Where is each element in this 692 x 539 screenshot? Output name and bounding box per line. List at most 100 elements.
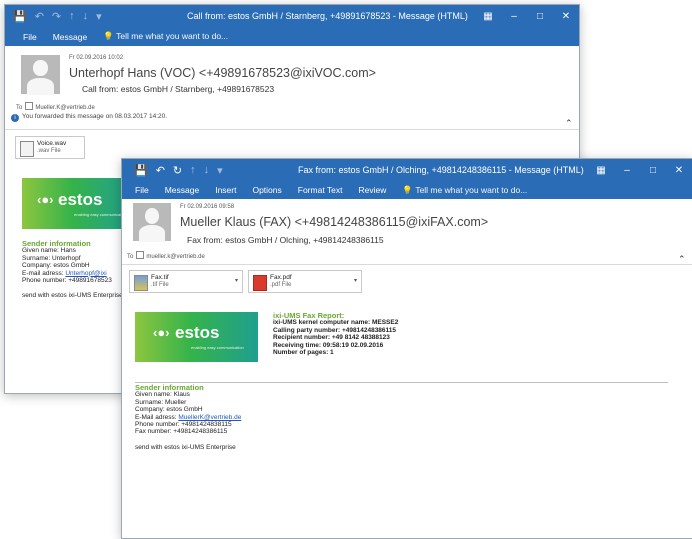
sig-company: Company: estos GmbH [135,406,203,414]
recipient[interactable]: mueller.k@vertrieb.de [146,254,204,260]
report-line: Calling party number: +49814248386115 [273,326,397,334]
avatar [21,55,60,95]
chevron-down-icon[interactable]: ▾ [235,277,238,284]
maximize-button[interactable]: □ [640,165,666,176]
info-text: You forwarded this message on 08.03.2017… [22,113,168,120]
subject: Fax from: estos GmbH / Olching, +4981424… [187,235,384,245]
sig-footer: send with estos ixi-UMS Enterprise [22,292,123,300]
report-line: Receiving time: 09:58:19 02.09.2016 [273,341,384,349]
to-label: To [16,105,23,111]
info-bar: i You forwarded this message on 08.03.201… [11,113,167,122]
window-title: Fax from: estos GmbH / Olching, +4981424… [298,165,584,175]
down-arrow-icon[interactable]: ↓ [83,10,89,22]
close-button[interactable]: ✕ [666,165,692,176]
report-line: Recipient number: +49 8142 48388123 [273,334,390,342]
title-bar: 💾 ↶ ↷ ↑ ↓ ▾ Call from: estos GmbH / Star… [5,5,579,27]
report-line: Number of pages: 1 [273,349,334,357]
tab-options[interactable]: Options [252,185,281,195]
attachment-voice[interactable]: Voice.wav .wav File [15,136,85,159]
sig-phone: Phone number: +49891678523 [22,277,112,285]
chevron-down-icon[interactable]: ▾ [354,277,357,284]
sig-heading: Sender information [22,239,91,248]
divider [135,382,668,383]
tell-me-text: Tell me what you want to do... [116,31,229,41]
up-arrow-icon[interactable]: ↑ [69,10,75,22]
subject: Call from: estos GmbH / Starnberg, +4989… [82,84,275,94]
report-line: ixi-UMS kernel computer name: MESSE2 [273,319,399,327]
message-date: Fr 02.09.2016 09:58 [180,204,235,210]
pdf-file-icon [253,275,267,291]
estos-logo: estos ‹●› enabling easy communication [135,312,258,362]
recipient-line: To mueller.k@vertrieb.de [127,251,205,260]
undo-icon[interactable]: ↶ [35,10,44,23]
message-date: Fr 02.09.2016 10:02 [69,55,124,61]
save-icon[interactable]: 💾 [13,10,27,23]
collapse-header-icon[interactable]: ⌃ [565,118,573,129]
tab-format-text[interactable]: Format Text [298,185,343,195]
sender[interactable]: Unterhopf Hans (VOC) <+49891678523@ixiVO… [69,66,376,80]
save-icon[interactable]: 💾 [134,164,148,177]
sig-email-link[interactable]: MuellerK@vertrieb.de [178,414,241,421]
recipient[interactable]: Mueller.K@vertrieb.de [35,105,94,111]
sig-company: Company: estos GmbH [22,262,90,270]
customize-icon[interactable]: ▾ [217,164,223,177]
undo-icon[interactable]: ↶ [156,164,165,177]
tab-message[interactable]: Message [53,32,88,42]
info-icon: i [11,114,19,122]
ribbon-display-icon[interactable]: ▦ [588,165,614,176]
ribbon-display-icon[interactable]: ▦ [475,11,501,22]
attachment-type: .pdf File [270,282,292,288]
sig-surname: Surname: Mueller [135,398,187,406]
tell-me-box[interactable]: 💡 Tell me what you want to do... [103,31,228,42]
attachment-type: .tif File [151,282,169,288]
tab-file[interactable]: File [23,32,37,42]
recipient-checkbox[interactable] [136,251,145,259]
recipient-line: To Mueller.K@vertrieb.de [16,102,95,111]
tab-message[interactable]: Message [165,185,200,195]
fax-message-window: 💾 ↶ ↻ ↑ ↓ ▾ Fax from: estos GmbH / Olchi… [121,158,692,539]
sig-email-label: E-Mail adress: [135,413,179,421]
down-arrow-icon[interactable]: ↓ [204,164,210,176]
estos-logo: estos ‹●› enabling easy communication [22,178,133,229]
avatar [133,203,171,242]
sender[interactable]: Mueller Klaus (FAX) <+49814248386115@ixi… [180,215,488,229]
tab-insert[interactable]: Insert [215,185,236,195]
sig-surname: Surname: Unterhopf [22,254,81,262]
sender-information: Sender information Given name: Klaus Sur… [135,384,241,451]
attachment-tif[interactable]: Fax.tif .tif File ▾ [129,270,243,293]
to-label: To [127,254,134,260]
attachment-name: Fax.pdf [270,274,292,281]
close-button[interactable]: ✕ [553,11,579,22]
attachment-type: .wav File [37,148,61,154]
attachment-name: Fax.tif [151,274,169,281]
sig-email-link[interactable]: Unterhopf@ixi [65,270,106,277]
fax-report: ixi-UMS Fax Report: ixi-UMS kernel compu… [273,312,398,356]
window-title: Call from: estos GmbH / Starnberg, +4989… [187,11,468,21]
recipient-checkbox[interactable] [25,102,34,110]
ribbon-tabs: File Message Insert Options Format Text … [122,181,692,199]
tab-file[interactable]: File [135,185,149,195]
customize-icon[interactable]: ▾ [96,10,102,23]
sig-phone: Phone number: +4981424838115 [135,421,232,429]
tab-review[interactable]: Review [358,185,386,195]
redo-icon[interactable]: ↻ [173,164,182,177]
image-file-icon [134,275,148,291]
minimize-button[interactable]: – [501,11,527,22]
maximize-button[interactable]: □ [527,11,553,22]
ribbon-tabs: File Message 💡 Tell me what you want to … [5,27,579,46]
sig-fax: Fax number: +49814248386115 [135,428,228,436]
sig-footer: send with estos ixi-UMS Enterprise [135,443,236,451]
sig-given: Given name: Klaus [135,391,190,399]
minimize-button[interactable]: – [614,165,640,176]
audio-file-icon [20,141,34,157]
report-heading: ixi-UMS Fax Report: [273,311,345,320]
attachment-pdf[interactable]: Fax.pdf .pdf File ▾ [248,270,362,293]
sig-given: Given name: Hans [22,247,76,255]
sig-heading: Sender information [135,383,204,392]
tell-me-box[interactable]: 💡 Tell me what you want to do... [402,185,527,196]
sender-information: Sender information Given name: Hans Surn… [22,240,123,300]
tell-me-text: Tell me what you want to do... [415,184,528,195]
up-arrow-icon[interactable]: ↑ [190,164,196,176]
redo-icon[interactable]: ↷ [52,10,61,23]
attachment-name: Voice.wav [37,140,67,147]
